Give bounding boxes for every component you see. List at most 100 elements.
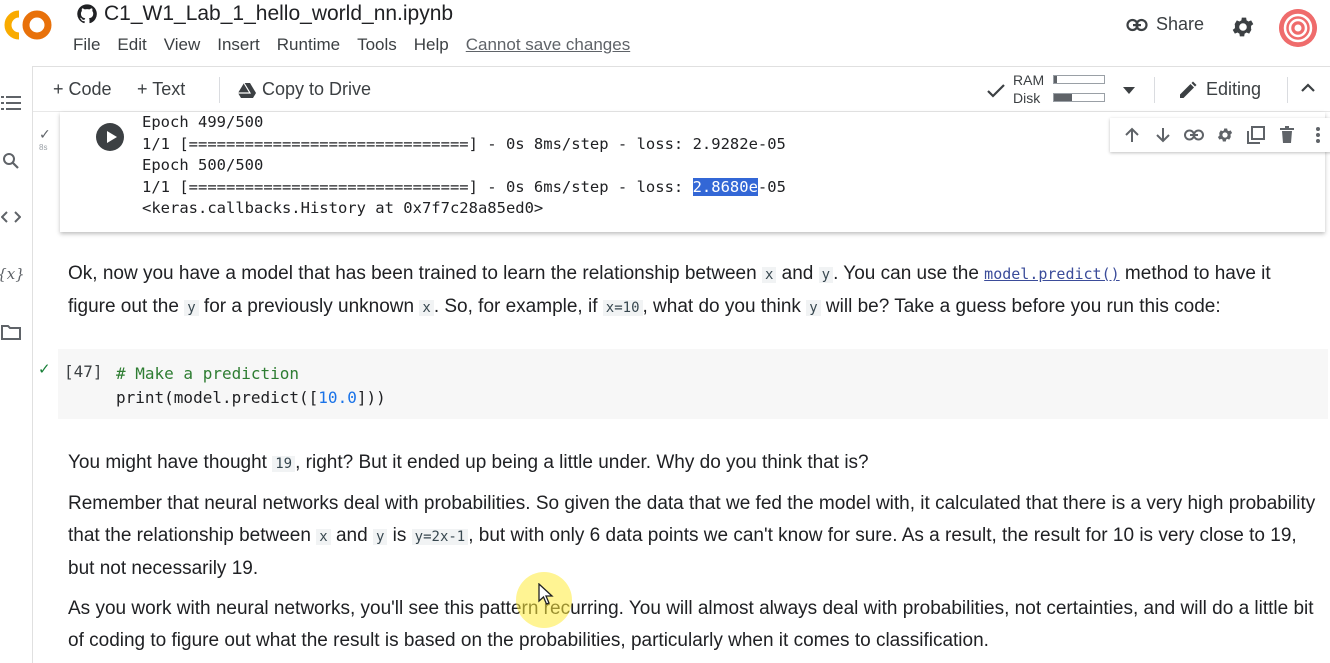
text-segment: , right? But it ended up being a little …: [295, 452, 869, 473]
execution-time: 8s: [39, 143, 48, 152]
search-icon[interactable]: [0, 150, 22, 172]
mouse-pointer-icon: [538, 583, 554, 605]
collapse-header-button[interactable]: [1300, 82, 1316, 92]
resources-indicator[interactable]: RAM Disk: [983, 71, 1163, 109]
notebook-title[interactable]: C1_W1_Lab_1_hello_world_nn.ipynb: [104, 2, 453, 26]
selected-text[interactable]: 2.8680e: [692, 177, 758, 196]
table-of-contents-icon[interactable]: [0, 92, 22, 114]
cell-output-text: Epoch 499/500 1/1 [======================…: [142, 112, 786, 220]
text-segment: is: [387, 525, 412, 546]
cannot-save-link[interactable]: Cannot save changes: [466, 35, 630, 55]
output-line: 1/1 [==============================] - 0…: [142, 134, 786, 153]
code-comment: # Make a prediction: [116, 364, 300, 383]
editing-label: Editing: [1206, 79, 1262, 99]
disk-bar-fill: [1054, 94, 1072, 101]
code-editor[interactable]: # Make a prediction print(model.predict([…: [116, 362, 386, 410]
executed-check-icon: ✓: [39, 126, 51, 142]
share-label: Share: [1156, 14, 1205, 34]
cell-toolbar: [1110, 118, 1330, 152]
drive-icon: [238, 82, 256, 98]
output-line: 1/1 [==============================] - 0…: [142, 177, 786, 199]
app-header: C1_W1_Lab_1_hello_world_nn.ipynb File Ed…: [0, 0, 1330, 66]
output-line: Epoch 499/500: [142, 113, 264, 131]
menu-edit[interactable]: Edit: [117, 35, 146, 55]
move-up-icon[interactable]: [1120, 123, 1144, 147]
text-segment: . You can use the: [833, 263, 985, 284]
folder-icon[interactable]: [0, 321, 22, 343]
gear-icon[interactable]: [1230, 14, 1256, 45]
text-segment: You might have thought: [68, 452, 273, 473]
chevron-up-icon: [1301, 83, 1315, 92]
output-line-prefix: 1/1 [==============================] - 0…: [142, 177, 693, 196]
menu-insert[interactable]: Insert: [217, 35, 260, 55]
executed-check-icon: ✓: [38, 361, 51, 378]
toolbar-divider: [1287, 77, 1288, 103]
ram-bar: [1053, 75, 1105, 84]
menu-file[interactable]: File: [73, 35, 100, 55]
check-icon: [987, 84, 1005, 98]
text-segment: and: [330, 525, 373, 546]
text-segment: for a previously unknown: [198, 296, 420, 317]
output-line-suffix: -05: [757, 177, 786, 196]
inline-code: x: [419, 300, 434, 316]
copy-to-drive-label: Copy to Drive: [262, 79, 372, 99]
code-token: print(model.predict([: [116, 388, 319, 407]
output-cell: ✓ 8s Epoch 499/500 1/1 [=================…: [33, 112, 1330, 236]
inline-code: y=2x-1: [411, 529, 469, 545]
inline-code: y: [184, 300, 199, 316]
left-rail: {x}: [0, 66, 33, 663]
text-cell-explanation-1: You might have thought 19, right? But it…: [68, 447, 1318, 480]
execution-count: [47]: [64, 362, 103, 381]
inline-code: y: [818, 267, 834, 283]
menu-tools[interactable]: Tools: [357, 35, 397, 55]
text-segment: will be? Take a guess before you run thi…: [820, 296, 1221, 317]
colab-logo[interactable]: [2, 8, 54, 42]
model-predict-link[interactable]: model.predict(): [984, 265, 1119, 283]
move-down-icon[interactable]: [1151, 123, 1175, 147]
toolbar-divider: [1154, 77, 1155, 103]
share-button[interactable]: Share: [1126, 14, 1204, 35]
variables-icon[interactable]: {x}: [0, 263, 25, 285]
inline-code: y: [372, 529, 388, 545]
copy-to-drive-button[interactable]: Copy to Drive: [238, 79, 371, 100]
notebook-toolbar: + Code + Text Copy to Drive RAM Disk Edi…: [33, 66, 1330, 112]
avatar[interactable]: [1279, 9, 1317, 47]
code-number: 10.0: [318, 388, 357, 407]
gear-icon[interactable]: [1213, 123, 1237, 147]
code-line: print(model.predict([10.0])): [116, 386, 386, 410]
toolbar-divider: [219, 77, 220, 103]
code-snippets-icon[interactable]: [0, 206, 22, 228]
menu-help[interactable]: Help: [414, 35, 449, 55]
mirror-cell-icon[interactable]: [1244, 123, 1268, 147]
add-text-button[interactable]: + Text: [137, 79, 185, 100]
code-token: ])): [356, 388, 386, 407]
output-line: <keras.callbacks.History at 0x7f7c28a85e…: [142, 199, 544, 217]
link-icon[interactable]: [1182, 123, 1206, 147]
text-segment: . So, for example, if: [433, 296, 603, 317]
text-cell-intro: Ok, now you have a model that has been t…: [68, 258, 1318, 324]
inline-code: x: [761, 267, 777, 283]
link-icon: [1126, 18, 1148, 31]
output-line: Epoch 500/500: [142, 156, 264, 174]
more-options-icon[interactable]: [1306, 123, 1330, 147]
editing-mode-button[interactable]: Editing: [1178, 79, 1261, 100]
menu-bar: File Edit View Insert Runtime Tools Help…: [73, 35, 647, 55]
github-icon: [76, 3, 98, 25]
text-segment: , what do you think: [642, 296, 807, 317]
disk-label: Disk: [1013, 90, 1041, 106]
run-cell-button[interactable]: [96, 123, 124, 151]
chevron-down-icon[interactable]: [1123, 87, 1135, 95]
ram-bar-fill: [1054, 76, 1057, 83]
text-cell-explanation-2: Remember that neural networks deal with …: [68, 488, 1318, 585]
add-code-button[interactable]: + Code: [53, 79, 112, 100]
inline-code: x=10: [602, 300, 643, 316]
inline-code: y: [806, 300, 821, 316]
menu-view[interactable]: View: [164, 35, 201, 55]
cell-output-area: Epoch 499/500 1/1 [======================…: [60, 112, 1330, 232]
text-segment: and: [776, 263, 819, 284]
text-cell-explanation-3: As you work with neural networks, you'll…: [68, 598, 1314, 651]
pencil-icon: [1180, 81, 1197, 98]
ram-label: RAM: [1013, 72, 1045, 88]
menu-runtime[interactable]: Runtime: [277, 35, 340, 55]
delete-icon[interactable]: [1275, 123, 1299, 147]
